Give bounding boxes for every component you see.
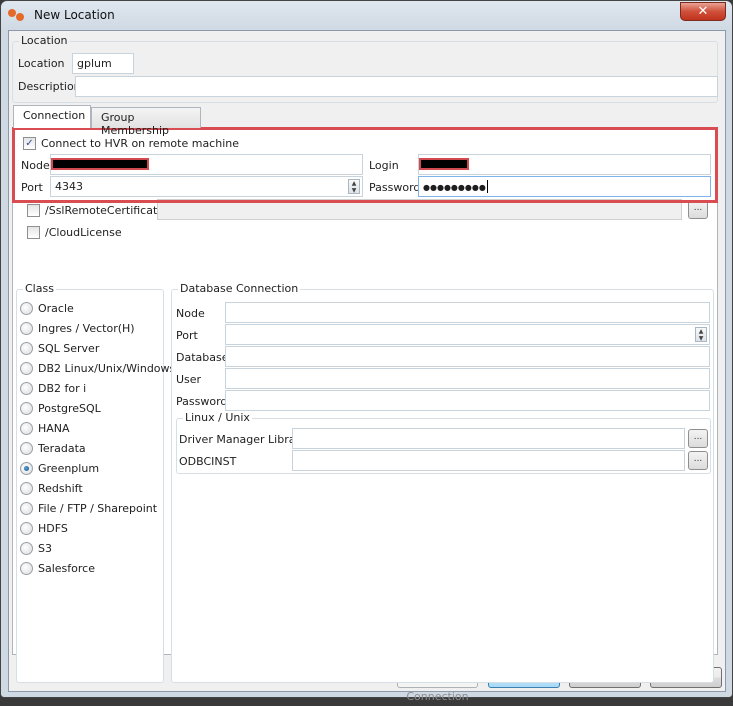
app-logo-icon [8, 9, 26, 23]
class-option-label: Salesforce [38, 562, 95, 575]
cloud-license-checkbox[interactable] [27, 226, 40, 239]
tab-group-membership-label: Group Membership [101, 111, 169, 137]
ssl-certificate-checkbox[interactable] [27, 204, 40, 217]
driver-manager-label: Driver Manager Library [179, 433, 307, 446]
class-radio-teradata[interactable] [20, 442, 33, 455]
location-group-title: Location [19, 34, 70, 47]
window-title: New Location [34, 8, 115, 22]
close-button[interactable]: ✕ [680, 2, 726, 21]
odbcinst-input[interactable] [292, 450, 685, 471]
db-node-label: Node [176, 307, 205, 320]
description-input[interactable] [75, 76, 718, 97]
tab-group-membership[interactable]: Group Membership [91, 107, 201, 137]
class-option-label: Teradata [38, 442, 86, 455]
title-bar[interactable]: New Location ✕ [1, 1, 732, 31]
tab-connection[interactable]: Connection [13, 105, 91, 128]
class-radio-s3[interactable] [20, 542, 33, 555]
db-database-label: Database [176, 351, 229, 364]
description-label: Description [18, 80, 81, 93]
connection-tab-panel: ✓ Connect to HVR on remote machine Node … [12, 127, 718, 683]
database-connection-title: Database Connection [178, 282, 301, 295]
class-radio-hdfs[interactable] [20, 522, 33, 535]
odbcinst-browse-button[interactable]: ... [688, 451, 708, 470]
class-radio-db2-linux-unix-windows[interactable] [20, 362, 33, 375]
db-port-label: Port [176, 329, 198, 342]
tab-connection-label: Connection [23, 109, 86, 122]
driver-manager-input[interactable] [292, 428, 685, 449]
ssl-certificate-label: /SslRemoteCertificate [45, 204, 165, 217]
class-radio-oracle[interactable] [20, 302, 33, 315]
class-option-label: Ingres / Vector(H) [38, 322, 135, 335]
class-radio-db2-for-i[interactable] [20, 382, 33, 395]
highlight-box [12, 127, 718, 203]
class-radio-redshift[interactable] [20, 482, 33, 495]
database-connection-group: Database Connection Node Port ▲ ▼ Databas… [171, 282, 714, 683]
class-option-label: SQL Server [38, 342, 100, 355]
db-node-input[interactable] [225, 302, 710, 323]
class-radio-ingres-vector-h[interactable] [20, 322, 33, 335]
class-radio-salesforce[interactable] [20, 562, 33, 575]
new-location-dialog: New Location ✕ Location Location gplum D… [0, 0, 733, 703]
class-radio-hana[interactable] [20, 422, 33, 435]
class-option-label: DB2 for i [38, 382, 87, 395]
driver-manager-browse-button[interactable]: ... [688, 429, 708, 448]
linux-unix-title: Linux / Unix [183, 411, 252, 424]
class-option-label: Greenplum [38, 462, 100, 475]
class-option-label: PostgreSQL [38, 402, 101, 415]
db-password-label: Password [176, 395, 228, 408]
location-input[interactable]: gplum [72, 53, 134, 74]
db-port-spinner[interactable]: ▲ ▼ [695, 327, 707, 342]
class-option-label: File / FTP / Sharepoint [38, 502, 158, 515]
class-radio-greenplum[interactable] [20, 462, 33, 475]
class-radio-sql-server[interactable] [20, 342, 33, 355]
class-radio-file-ftp-sharepoint[interactable] [20, 502, 33, 515]
class-option-label: S3 [38, 542, 52, 555]
db-database-input[interactable] [225, 346, 710, 367]
db-user-input[interactable] [225, 368, 710, 389]
location-label: Location [18, 57, 65, 70]
class-group: Class Oracle Ingres / Vector(H) SQL Server… [16, 282, 175, 683]
class-option-label: Oracle [38, 302, 74, 315]
class-group-title: Class [23, 282, 56, 295]
dialog-body: Location Location gplum Description Conn… [8, 30, 726, 703]
cloud-license-label: /CloudLicense [45, 226, 122, 239]
class-radio-postgresql[interactable] [20, 402, 33, 415]
odbcinst-label: ODBCINST [179, 455, 237, 468]
class-option-label: HDFS [38, 522, 68, 535]
class-option-label: Redshift [38, 482, 83, 495]
db-password-input[interactable] [225, 390, 710, 411]
db-user-label: User [176, 373, 202, 386]
class-option-label: HANA [38, 422, 70, 435]
db-port-input[interactable]: ▲ ▼ [225, 324, 710, 345]
class-option-label: DB2 Linux/Unix/Windows [38, 362, 176, 375]
